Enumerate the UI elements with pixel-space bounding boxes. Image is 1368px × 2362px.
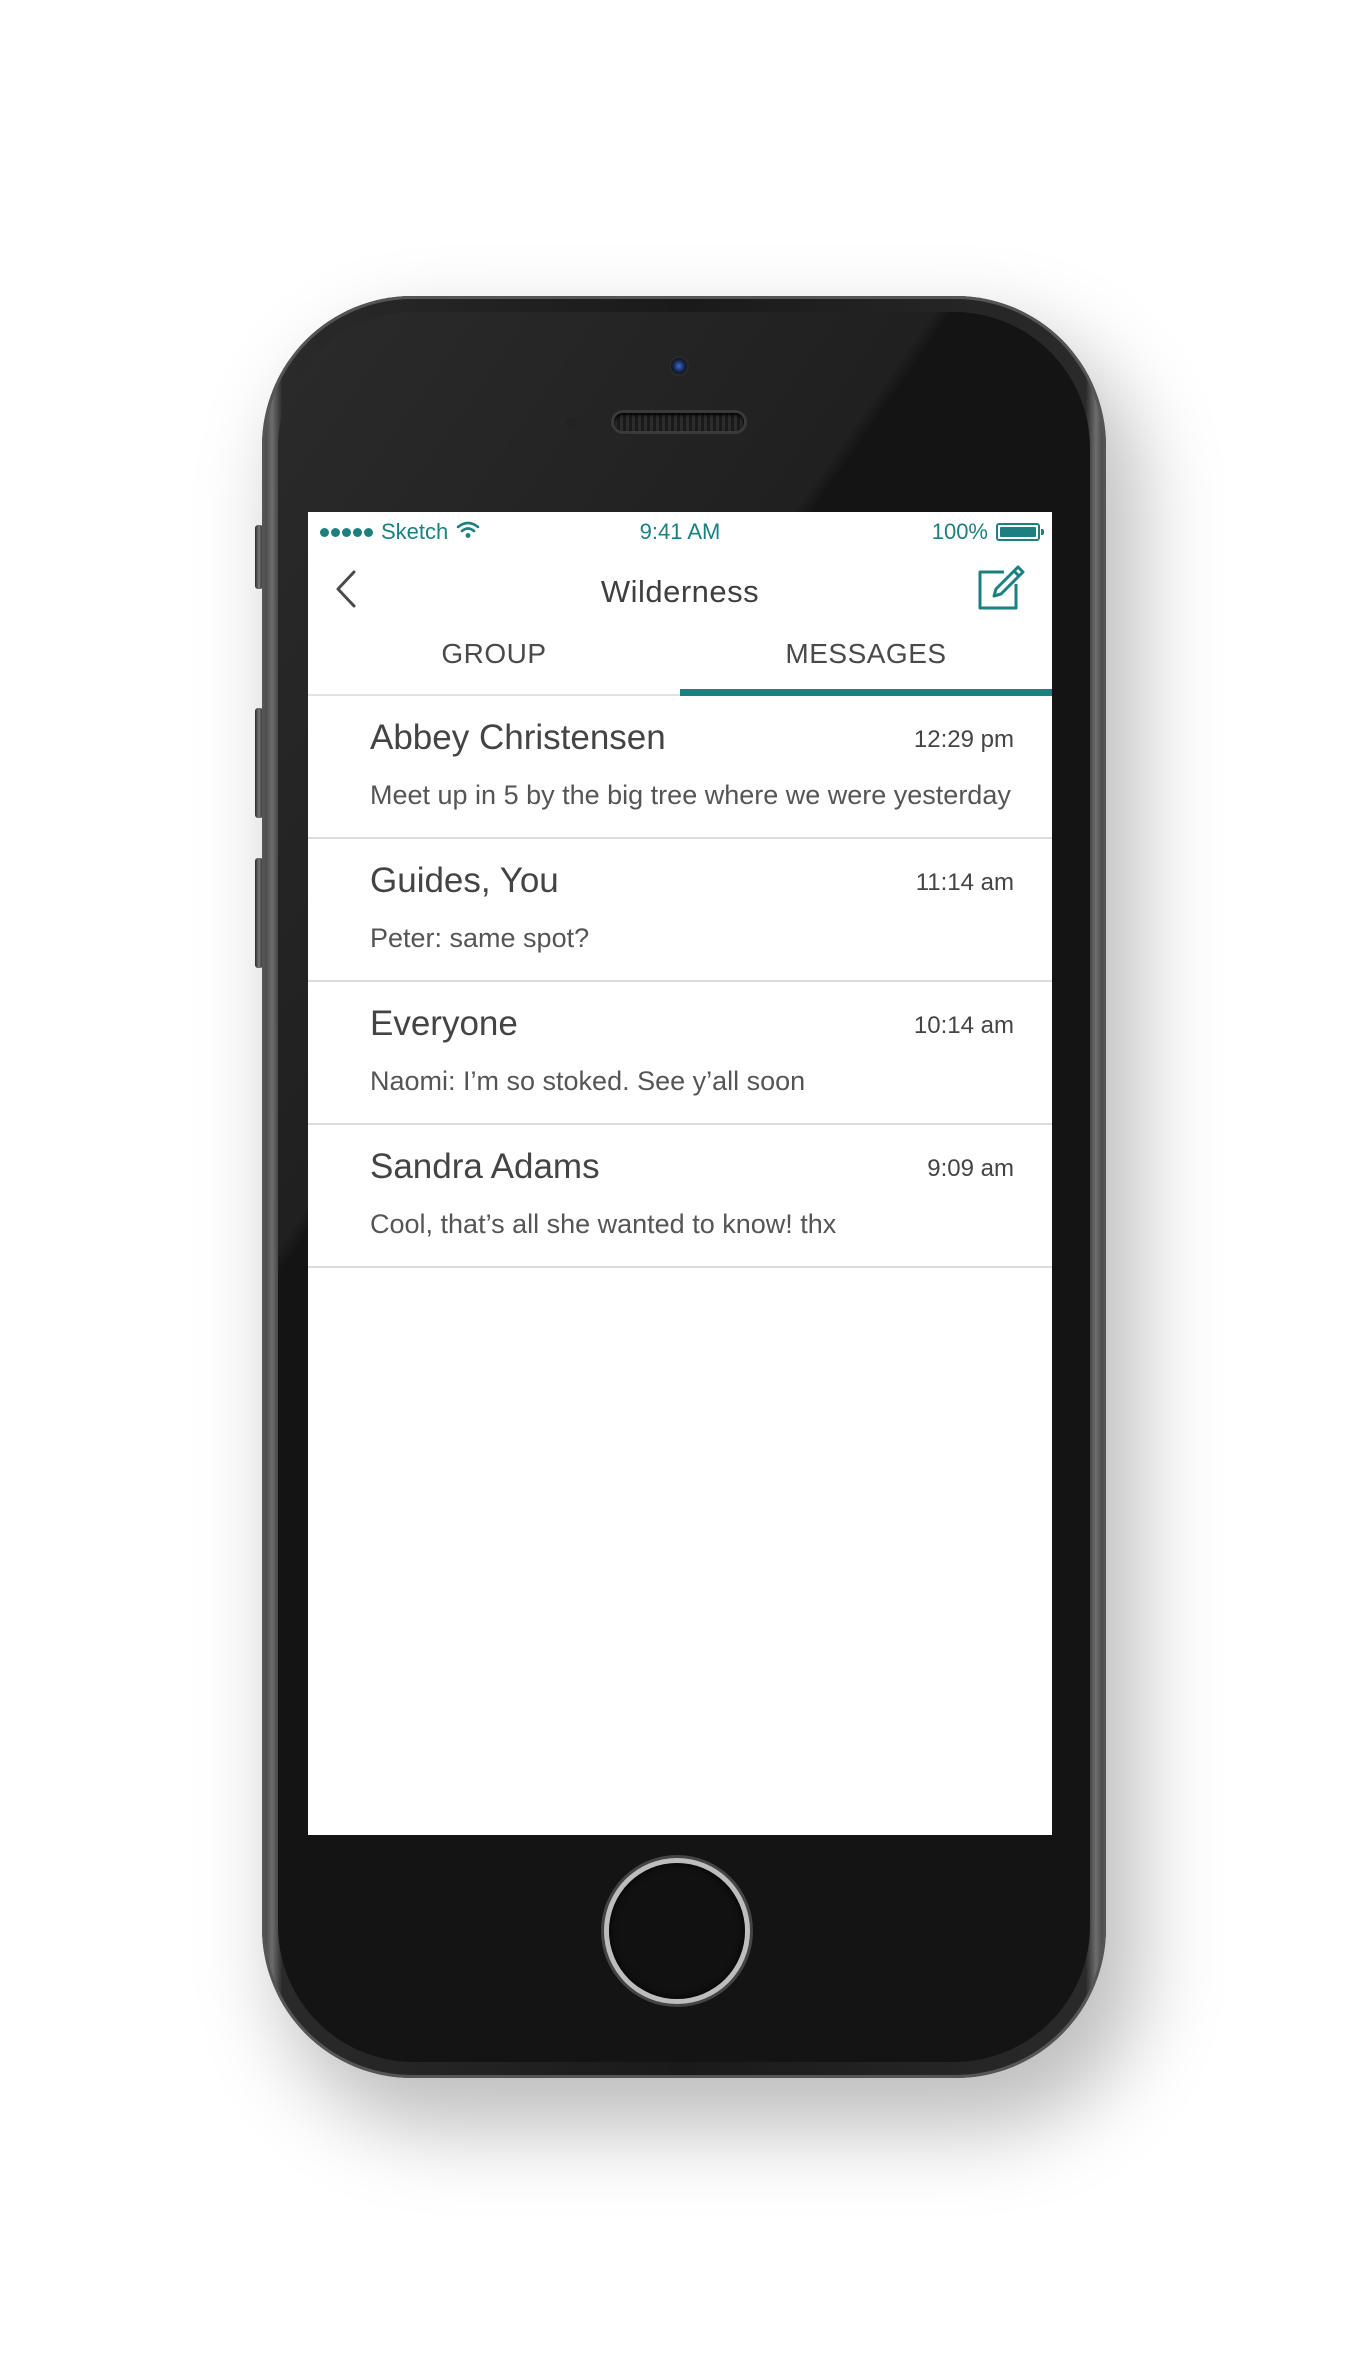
compose-icon — [978, 565, 1025, 610]
thread-time: 12:29 pm — [913, 726, 1014, 753]
thread-name: Everyone — [370, 1004, 518, 1043]
thread-name: Sandra Adams — [370, 1147, 600, 1186]
thread-time: 10:14 am — [913, 1012, 1014, 1039]
thread-preview: Peter: same spot? — [370, 923, 590, 953]
thread-time: 11:14 am — [915, 869, 1014, 896]
thread-name: Guides, You — [370, 861, 559, 900]
battery-fill — [1000, 527, 1036, 537]
tab-messages[interactable]: MESSAGES — [680, 632, 1052, 696]
thread-row[interactable]: Guides, You 11:14 am Peter: same spot? — [308, 839, 1052, 982]
thread-preview: Cool, that’s all she wanted to know! thx — [370, 1209, 837, 1239]
page-title: Wilderness — [600, 574, 760, 609]
thread-preview: Naomi: I’m so stoked. See y’all soon — [370, 1066, 806, 1096]
proximity-sensor — [566, 418, 576, 428]
earpiece-speaker — [614, 413, 744, 431]
home-button[interactable] — [609, 1863, 745, 1999]
tab-group[interactable]: GROUP — [308, 632, 680, 694]
tab-bar: GROUP MESSAGES — [308, 632, 1052, 696]
thread-preview: Meet up in 5 by the big tree where we we… — [370, 780, 1011, 810]
status-right: 100% — [931, 519, 1044, 545]
app-screen: Sketch 9:41 AM 100% Wilderness GROUP MES… — [308, 512, 1052, 1835]
battery-percent: 100% — [931, 519, 988, 544]
thread-row[interactable]: Sandra Adams 9:09 am Cool, that’s all sh… — [308, 1125, 1052, 1268]
message-thread-list: Abbey Christensen 12:29 pm Meet up in 5 … — [308, 696, 1052, 1268]
battery-icon — [996, 523, 1044, 541]
compose-button[interactable] — [974, 562, 1026, 614]
status-bar: Sketch 9:41 AM 100% — [308, 512, 1052, 552]
thread-row[interactable]: Abbey Christensen 12:29 pm Meet up in 5 … — [308, 696, 1052, 839]
thread-name: Abbey Christensen — [370, 718, 666, 757]
navigation-bar: Wilderness — [308, 552, 1052, 632]
front-camera — [671, 358, 687, 374]
thread-row[interactable]: Everyone 10:14 am Naomi: I’m so stoked. … — [308, 982, 1052, 1125]
thread-time: 9:09 am — [927, 1155, 1014, 1182]
